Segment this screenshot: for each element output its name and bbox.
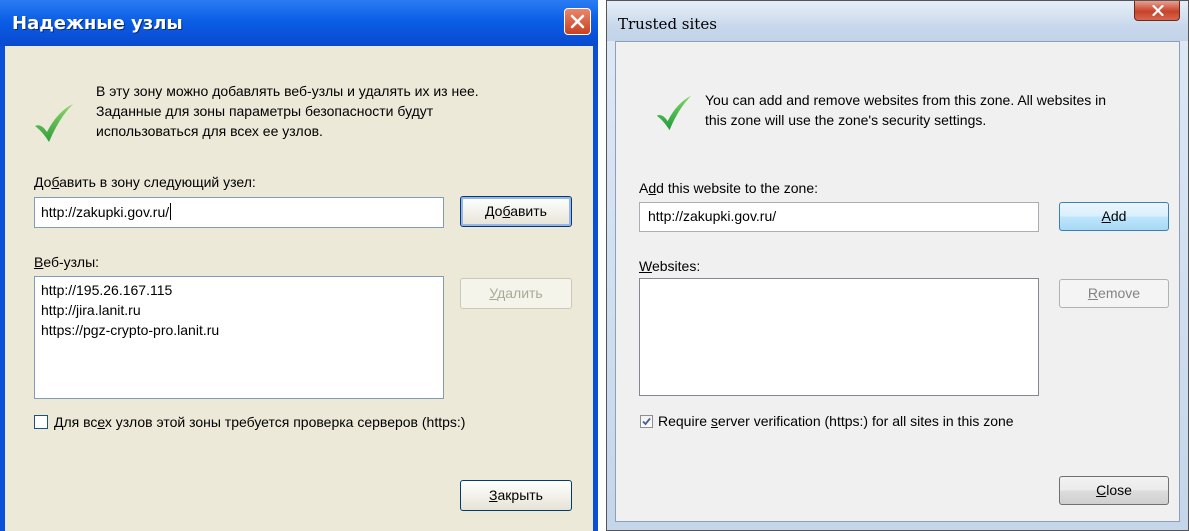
xp-description-line: использоваться для всех ее узлов. xyxy=(96,123,323,139)
xp-close-window-button[interactable] xyxy=(564,8,591,35)
list-item[interactable]: http://jira.lanit.ru xyxy=(41,300,437,320)
win7-url-value: http://zakupki.gov.ru/ xyxy=(648,208,777,224)
xp-url-value: http://zakupki.gov.ru/ xyxy=(41,204,170,220)
win7-dialog-title: Trusted sites xyxy=(618,15,717,33)
xp-description-line: Заданные для зоны параметры безопасности… xyxy=(96,103,434,119)
xp-websites-label: Веб-узлы: xyxy=(34,254,100,270)
xp-remove-button[interactable]: Удалить xyxy=(460,278,572,309)
xp-add-button[interactable]: Добавить xyxy=(460,196,572,227)
xp-description-line: В эту зону можно добавлять веб-узлы и уд… xyxy=(96,83,479,99)
list-item[interactable]: https://pgz-crypto-pro.lanit.ru xyxy=(41,320,437,340)
win7-close-window-button[interactable] xyxy=(1134,1,1180,21)
win7-description-line: this zone will use the zone's security s… xyxy=(705,112,987,128)
xp-require-https-checkbox[interactable] xyxy=(34,415,48,429)
checkmark-icon xyxy=(35,104,73,142)
win7-websites-label: Websites: xyxy=(639,258,701,274)
checkmark-small-icon xyxy=(642,417,651,426)
text-caret xyxy=(170,203,172,220)
win7-description-line: You can add and remove websites from thi… xyxy=(705,92,1107,108)
close-icon xyxy=(570,14,585,29)
xp-description: В эту зону можно добавлять веб-узлы и уд… xyxy=(96,81,479,141)
close-icon xyxy=(1152,5,1164,16)
win7-description: You can add and remove websites from thi… xyxy=(705,90,1106,130)
list-item[interactable]: http://195.26.167.115 xyxy=(41,280,437,300)
xp-dialog-body: В эту зону можно добавлять веб-узлы и уд… xyxy=(5,46,593,531)
win7-add-button[interactable]: Add xyxy=(1059,202,1169,231)
xp-trusted-sites-dialog: Надежные узлы В эту зону можно добавлять… xyxy=(0,0,598,531)
win7-websites-list[interactable] xyxy=(639,278,1039,396)
xp-title-bar[interactable]: Надежные узлы xyxy=(0,0,598,46)
win7-title-bar[interactable]: Trusted sites xyxy=(607,1,1188,41)
win7-close-button[interactable]: Close xyxy=(1059,476,1169,505)
win7-require-https-checkbox[interactable] xyxy=(640,415,653,428)
win7-trusted-sites-dialog: Trusted sites You can add and remove web… xyxy=(606,0,1189,531)
xp-websites-list[interactable]: http://195.26.167.115 http://jira.lanit.… xyxy=(34,276,444,399)
xp-url-input[interactable]: http://zakupki.gov.ru/ xyxy=(34,197,444,228)
xp-require-https-label[interactable]: Для всех узлов этой зоны требуется прове… xyxy=(54,412,465,432)
xp-dialog-title: Надежные узлы xyxy=(12,13,183,34)
win7-require-https-label[interactable]: Require server verification (https:) for… xyxy=(658,411,1014,431)
xp-close-button[interactable]: Закрыть xyxy=(460,480,572,511)
win7-remove-button[interactable]: Remove xyxy=(1059,279,1169,308)
win7-url-input[interactable]: http://zakupki.gov.ru/ xyxy=(639,202,1039,232)
win7-dialog-body: You can add and remove websites from thi… xyxy=(615,41,1180,522)
checkmark-icon xyxy=(656,95,692,131)
xp-add-site-label: Добавить в зону следующий узел: xyxy=(34,174,256,190)
win7-add-site-label: Add this website to the zone: xyxy=(639,180,819,196)
